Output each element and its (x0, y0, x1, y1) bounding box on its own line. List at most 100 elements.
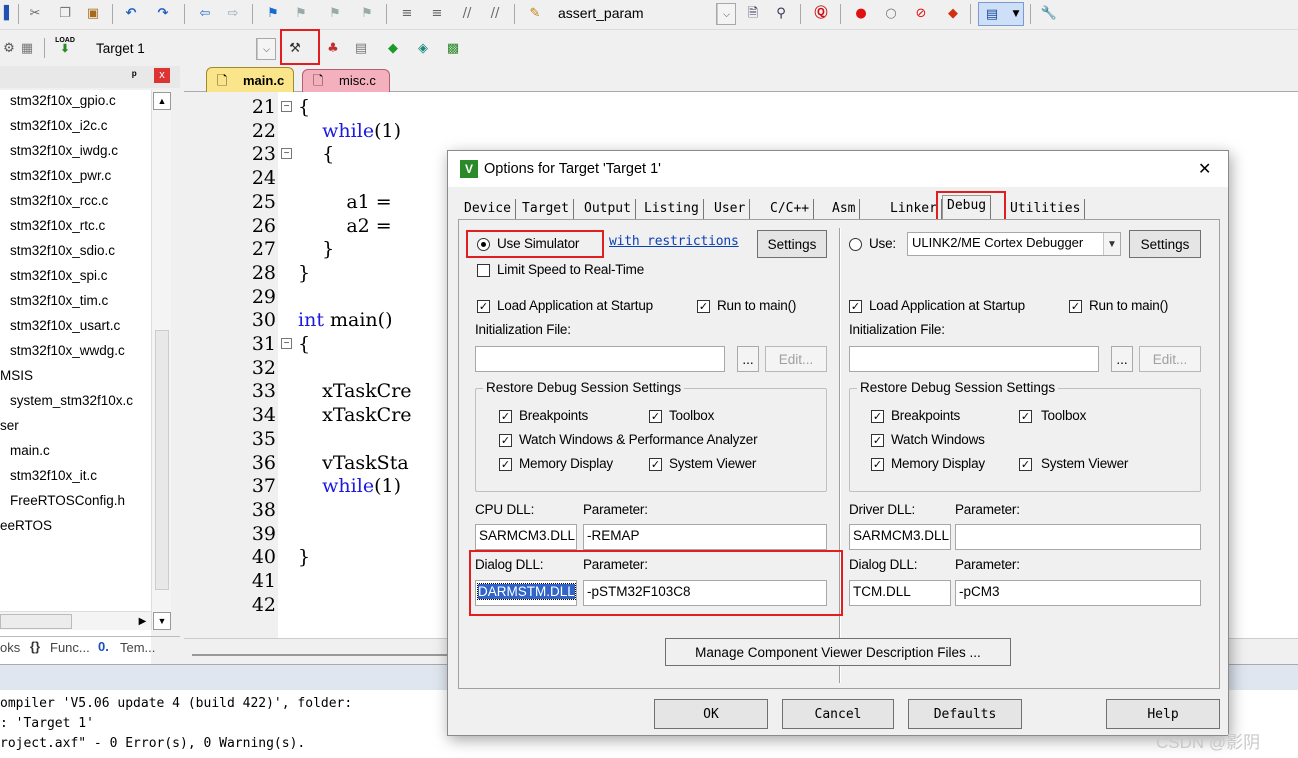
comment-icon[interactable]: // (458, 4, 476, 22)
tab-functions[interactable]: Func... (50, 640, 90, 655)
find-icon[interactable]: 🗎 (744, 4, 762, 22)
tab-books[interactable]: oks (0, 640, 20, 655)
right-init-file-browse-button[interactable]: ... (1111, 346, 1133, 372)
paste-icon[interactable]: ▣ (84, 4, 102, 22)
breakpoints-checkbox[interactable]: ✓ (499, 410, 512, 423)
incremental-find-icon[interactable]: ⚲ (772, 4, 790, 22)
project-tree-item[interactable]: stm32f10x_i2c.c (10, 118, 108, 133)
dock-icon[interactable]: ▌ (0, 4, 18, 22)
cpu-param-input[interactable]: -REMAP (583, 524, 827, 550)
project-tree-item[interactable]: stm32f10x_wwdg.c (10, 343, 125, 358)
uncomment-icon[interactable]: // (486, 4, 504, 22)
unindent-icon[interactable]: ≡ (428, 4, 446, 22)
tab-misc-c[interactable]: 🗋 misc.c (302, 69, 390, 92)
project-tree-item[interactable]: stm32f10x_rtc.c (10, 218, 105, 233)
close-pane-icon[interactable]: x (154, 68, 170, 83)
project-tree-item[interactable]: system_stm32f10x.c (10, 393, 133, 408)
scroll-down-icon[interactable]: ▼ (153, 612, 171, 630)
breakpoint-kill-all-icon[interactable]: ◆ (944, 4, 962, 22)
target-select-dropdown[interactable]: ⌵ (256, 38, 276, 60)
with-restrictions-link[interactable]: with restrictions (609, 234, 739, 249)
limit-speed-checkbox[interactable] (477, 264, 490, 277)
tab-templates[interactable]: Tem... (120, 640, 155, 655)
run-time-env-icon[interactable]: ▩ (444, 39, 462, 57)
fold-minus-icon[interactable]: − (281, 338, 292, 349)
system-viewer-checkbox[interactable]: ✓ (649, 458, 662, 471)
forward-icon[interactable]: ⇨ (224, 4, 242, 22)
simulator-settings-button[interactable]: Settings (757, 230, 827, 258)
breakpoint-kill-icon[interactable]: ⊘ (912, 4, 930, 22)
project-tree[interactable]: stm32f10x_gpio.c stm32f10x_i2c.c stm32f10x… (0, 90, 151, 670)
ok-button[interactable]: OK (654, 699, 768, 729)
right-load-app-checkbox[interactable]: ✓ (849, 300, 862, 313)
hscroll-thumb[interactable] (0, 614, 72, 629)
project-tree-item[interactable]: stm32f10x_rcc.c (10, 193, 108, 208)
scroll-thumb[interactable] (155, 330, 169, 590)
load-button[interactable]: LOAD ⬇ (54, 36, 76, 58)
project-tree-item[interactable]: MSIS (0, 368, 33, 383)
init-file-input[interactable] (475, 346, 725, 372)
tab-main-c[interactable]: 🗋 main.c (206, 67, 294, 93)
project-tree-item[interactable]: ser (0, 418, 19, 433)
find-combo-text[interactable]: assert_param (558, 5, 644, 21)
tab-output[interactable]: Output (580, 199, 636, 219)
project-tree-item[interactable]: stm32f10x_iwdg.c (10, 143, 118, 158)
pack-installer-icon[interactable]: ◆ (384, 39, 402, 57)
redo-icon[interactable]: ↷ (154, 4, 172, 22)
project-tree-item[interactable]: main.c (10, 443, 50, 458)
tab-cc[interactable]: C/C++ (766, 199, 815, 219)
tab-user[interactable]: User (710, 199, 751, 219)
scroll-right-icon[interactable]: ▶ (134, 613, 151, 630)
help-button[interactable]: Help (1106, 699, 1220, 729)
project-tree-item[interactable]: stm32f10x_usart.c (10, 318, 120, 333)
memory-display-checkbox[interactable]: ✓ (499, 458, 512, 471)
window-layout-button[interactable]: ▤ ▼ (978, 2, 1024, 26)
right-breakpoints-checkbox[interactable]: ✓ (871, 410, 884, 423)
back-icon[interactable]: ⇦ (196, 4, 214, 22)
right-toolbox-checkbox[interactable]: ✓ (1019, 410, 1032, 423)
file-extensions-icon[interactable]: ▤ (352, 39, 370, 57)
rebuild-icon[interactable]: ⚙ (0, 39, 18, 57)
debugger-select[interactable]: ULINK2/ME Cortex Debugger ▼ (907, 232, 1121, 256)
right-dialog-param-input[interactable]: -pCM3 (955, 580, 1201, 606)
watch-windows-checkbox[interactable]: ✓ (499, 434, 512, 447)
pin-icon[interactable]: ᵖ (132, 68, 137, 82)
find-combo-dropdown[interactable]: ⌵ (716, 3, 736, 25)
copy-icon[interactable]: ❐ (56, 4, 74, 22)
project-tree-item[interactable]: stm32f10x_spi.c (10, 268, 108, 283)
right-system-viewer-checkbox[interactable]: ✓ (1019, 458, 1032, 471)
fold-minus-icon[interactable]: − (281, 101, 292, 112)
tab-utilities[interactable]: Utilities (1006, 199, 1086, 219)
load-app-checkbox[interactable]: ✓ (477, 300, 490, 313)
undo-icon[interactable]: ↶ (122, 4, 140, 22)
run-to-main-checkbox[interactable]: ✓ (697, 300, 710, 313)
tab-listing[interactable]: Listing (640, 199, 704, 219)
scroll-up-icon[interactable]: ▲ (153, 92, 171, 110)
tab-asm[interactable]: Asm (828, 199, 861, 219)
project-tree-item[interactable]: FreeRTOSConfig.h (10, 493, 125, 508)
close-icon[interactable]: ✕ (1198, 159, 1211, 179)
driver-dll-input[interactable]: SARMCM3.DLL (849, 524, 951, 550)
fold-minus-icon[interactable]: − (281, 148, 292, 160)
project-tree-item[interactable]: stm32f10x_gpio.c (10, 93, 116, 108)
cpu-dll-input[interactable]: SARMCM3.DLL (475, 524, 577, 550)
indent-icon[interactable]: ≡ (398, 4, 416, 22)
select-pack-icon[interactable]: ◈ (414, 39, 432, 57)
init-file-edit-button[interactable]: Edit... (765, 346, 827, 372)
batch-build-icon[interactable]: ▦ (18, 39, 36, 57)
right-init-file-edit-button[interactable]: Edit... (1139, 346, 1201, 372)
right-init-file-input[interactable] (849, 346, 1099, 372)
tab-device[interactable]: Device (460, 199, 516, 219)
right-run-to-main-checkbox[interactable]: ✓ (1069, 300, 1082, 313)
use-debugger-radio[interactable] (849, 238, 862, 251)
debug-session-icon[interactable]: Ⓠ (812, 4, 830, 22)
project-tree-item[interactable]: stm32f10x_it.c (10, 468, 97, 483)
bookmark-next-icon[interactable]: ⚑ (326, 4, 344, 22)
breakpoint-disable-icon[interactable]: ○ (882, 4, 900, 22)
project-hscrollbar[interactable]: ▶ (0, 611, 151, 630)
manage-project-icon[interactable]: ♣ (324, 39, 342, 57)
defaults-button[interactable]: Defaults (908, 699, 1022, 729)
tab-linker[interactable]: Linker (886, 199, 942, 219)
target-select-text[interactable]: Target 1 (96, 41, 145, 56)
right-dialog-dll-input[interactable]: TCM.DLL (849, 580, 951, 606)
